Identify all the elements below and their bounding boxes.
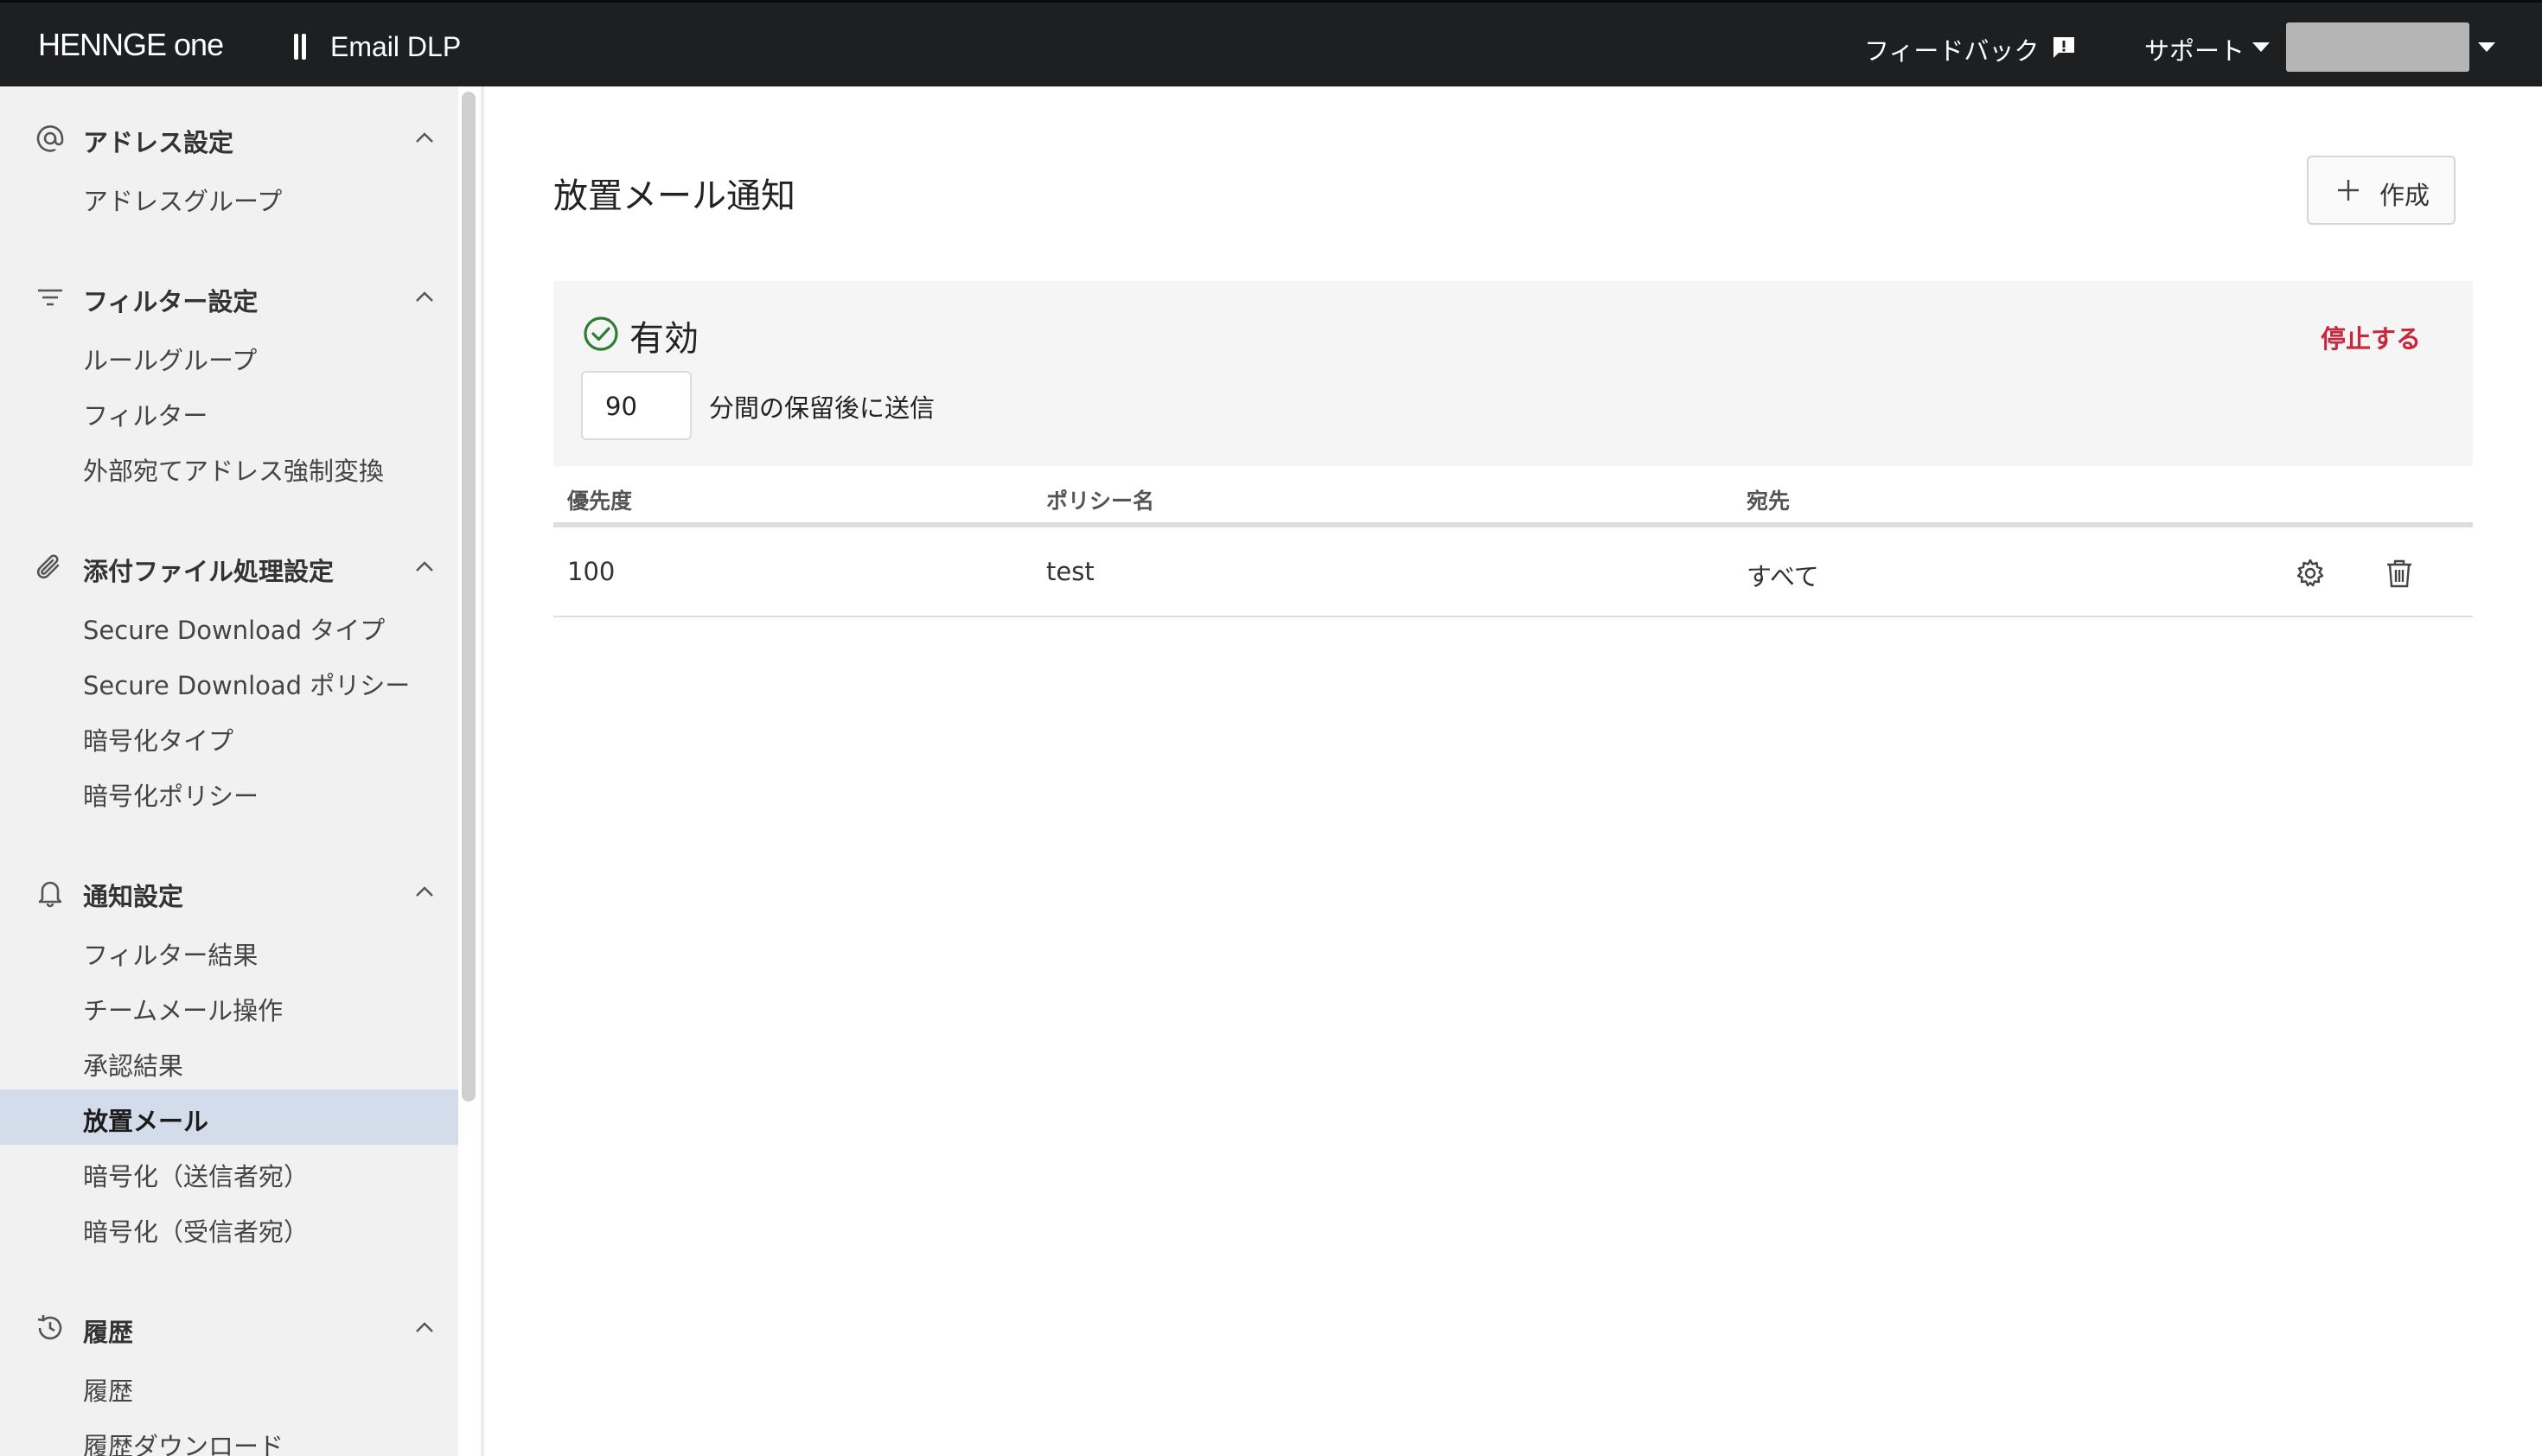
filter-icon: [38, 289, 62, 306]
sidebar-section-label: フィルター設定: [83, 287, 259, 316]
product-name: Email DLP: [330, 31, 462, 62]
sidebar-section-history[interactable]: 履歴: [0, 1302, 458, 1354]
chevron-up-icon[interactable]: [415, 131, 434, 144]
sidebar-item-encryption-sender[interactable]: 暗号化（送信者宛）: [0, 1145, 458, 1200]
sidebar-item-encryption-recipient[interactable]: 暗号化（受信者宛）: [0, 1200, 458, 1255]
column-header-destination[interactable]: 宛先: [1747, 484, 1790, 515]
top-bar: HENNGE one Email DLP フィードバック サポート: [0, 0, 2542, 86]
history-icon: [37, 1315, 62, 1340]
chevron-up-icon[interactable]: [415, 291, 434, 303]
feedback-icon[interactable]: [2051, 35, 2077, 61]
sidebar-item-encryption-policy[interactable]: 暗号化ポリシー: [0, 764, 458, 820]
sidebar-item-history[interactable]: 履歴: [0, 1359, 458, 1414]
at-icon: [36, 125, 64, 152]
create-button[interactable]: 作成: [2307, 156, 2456, 225]
column-header-priority[interactable]: 優先度: [567, 484, 632, 515]
sidebar-section-label: 通知設定: [83, 882, 184, 911]
status-panel: 有効 停止する 90 分間の保留後に送信: [553, 281, 2473, 466]
sidebar-section-filter[interactable]: フィルター設定: [0, 271, 458, 323]
chevron-up-icon[interactable]: [415, 885, 434, 897]
sidebar-item-abandoned-mail[interactable]: 放置メール: [0, 1089, 458, 1145]
sidebar-section-notification[interactable]: 通知設定: [0, 866, 458, 918]
sidebar-item-secure-download-policy[interactable]: Secure Download ポリシー: [0, 654, 458, 709]
sidebar-item-address-group[interactable]: アドレスグループ: [0, 169, 458, 225]
sidebar-item-approval-result[interactable]: 承認結果: [0, 1034, 458, 1089]
check-circle-icon: [584, 316, 618, 351]
sidebar-section-label: 履歴: [83, 1318, 134, 1347]
user-account-menu[interactable]: [2286, 22, 2469, 72]
bell-icon: [38, 881, 62, 908]
cell-policy-name: test: [1046, 557, 1095, 586]
paperclip-icon: [36, 554, 60, 579]
sidebar-section-label: アドレス設定: [83, 128, 234, 157]
status-label: 有効: [629, 319, 699, 359]
sidebar-item-team-mail[interactable]: チームメール操作: [0, 979, 458, 1034]
sidebar-item-filter-result[interactable]: フィルター結果: [0, 923, 458, 979]
sidebar-section-address[interactable]: アドレス設定: [0, 112, 458, 164]
sidebar: アドレス設定 アドレスグループ フィルター設定 ルールグループ フィルター 外部…: [0, 86, 458, 1456]
sidebar-scrollbar[interactable]: [462, 92, 476, 1102]
plus-icon: [2338, 180, 2359, 201]
hold-minutes-label: 分間の保留後に送信: [709, 393, 936, 423]
brand-logo[interactable]: HENNGE one: [38, 27, 224, 63]
brand-separator-icon: [294, 34, 306, 60]
sidebar-divider: [481, 86, 484, 1456]
chevron-up-icon[interactable]: [415, 560, 434, 572]
page-title: 放置メール通知: [553, 176, 795, 216]
create-button-label: 作成: [2379, 181, 2430, 210]
cell-destination: すべて: [1747, 562, 1819, 591]
support-chevron-down-icon[interactable]: [2252, 42, 2270, 52]
gear-icon[interactable]: [2294, 557, 2327, 590]
feedback-link[interactable]: フィードバック: [1864, 31, 2039, 67]
hold-minutes-input[interactable]: 90: [581, 371, 692, 440]
trash-icon[interactable]: [2383, 557, 2416, 590]
account-chevron-down-icon[interactable]: [2478, 42, 2495, 52]
stop-button[interactable]: 停止する: [2321, 319, 2421, 355]
sidebar-item-external-address-rewrite[interactable]: 外部宛てアドレス強制変換: [0, 439, 458, 495]
sidebar-section-attachment[interactable]: 添付ファイル処理設定: [0, 541, 458, 593]
table-row: 100 test すべて: [553, 527, 2473, 617]
sidebar-item-rule-group[interactable]: ルールグループ: [0, 329, 458, 384]
cell-priority: 100: [567, 557, 616, 586]
column-header-policy-name[interactable]: ポリシー名: [1046, 484, 1154, 515]
sidebar-item-secure-download-type[interactable]: Secure Download タイプ: [0, 598, 458, 654]
sidebar-item-filter[interactable]: フィルター: [0, 384, 458, 439]
chevron-up-icon[interactable]: [415, 1321, 434, 1333]
sidebar-section-label: 添付ファイル処理設定: [83, 557, 335, 586]
sidebar-item-encryption-type[interactable]: 暗号化タイプ: [0, 709, 458, 764]
support-menu[interactable]: サポート: [2144, 31, 2245, 67]
sidebar-item-history-download[interactable]: 履歴ダウンロード: [0, 1414, 458, 1456]
